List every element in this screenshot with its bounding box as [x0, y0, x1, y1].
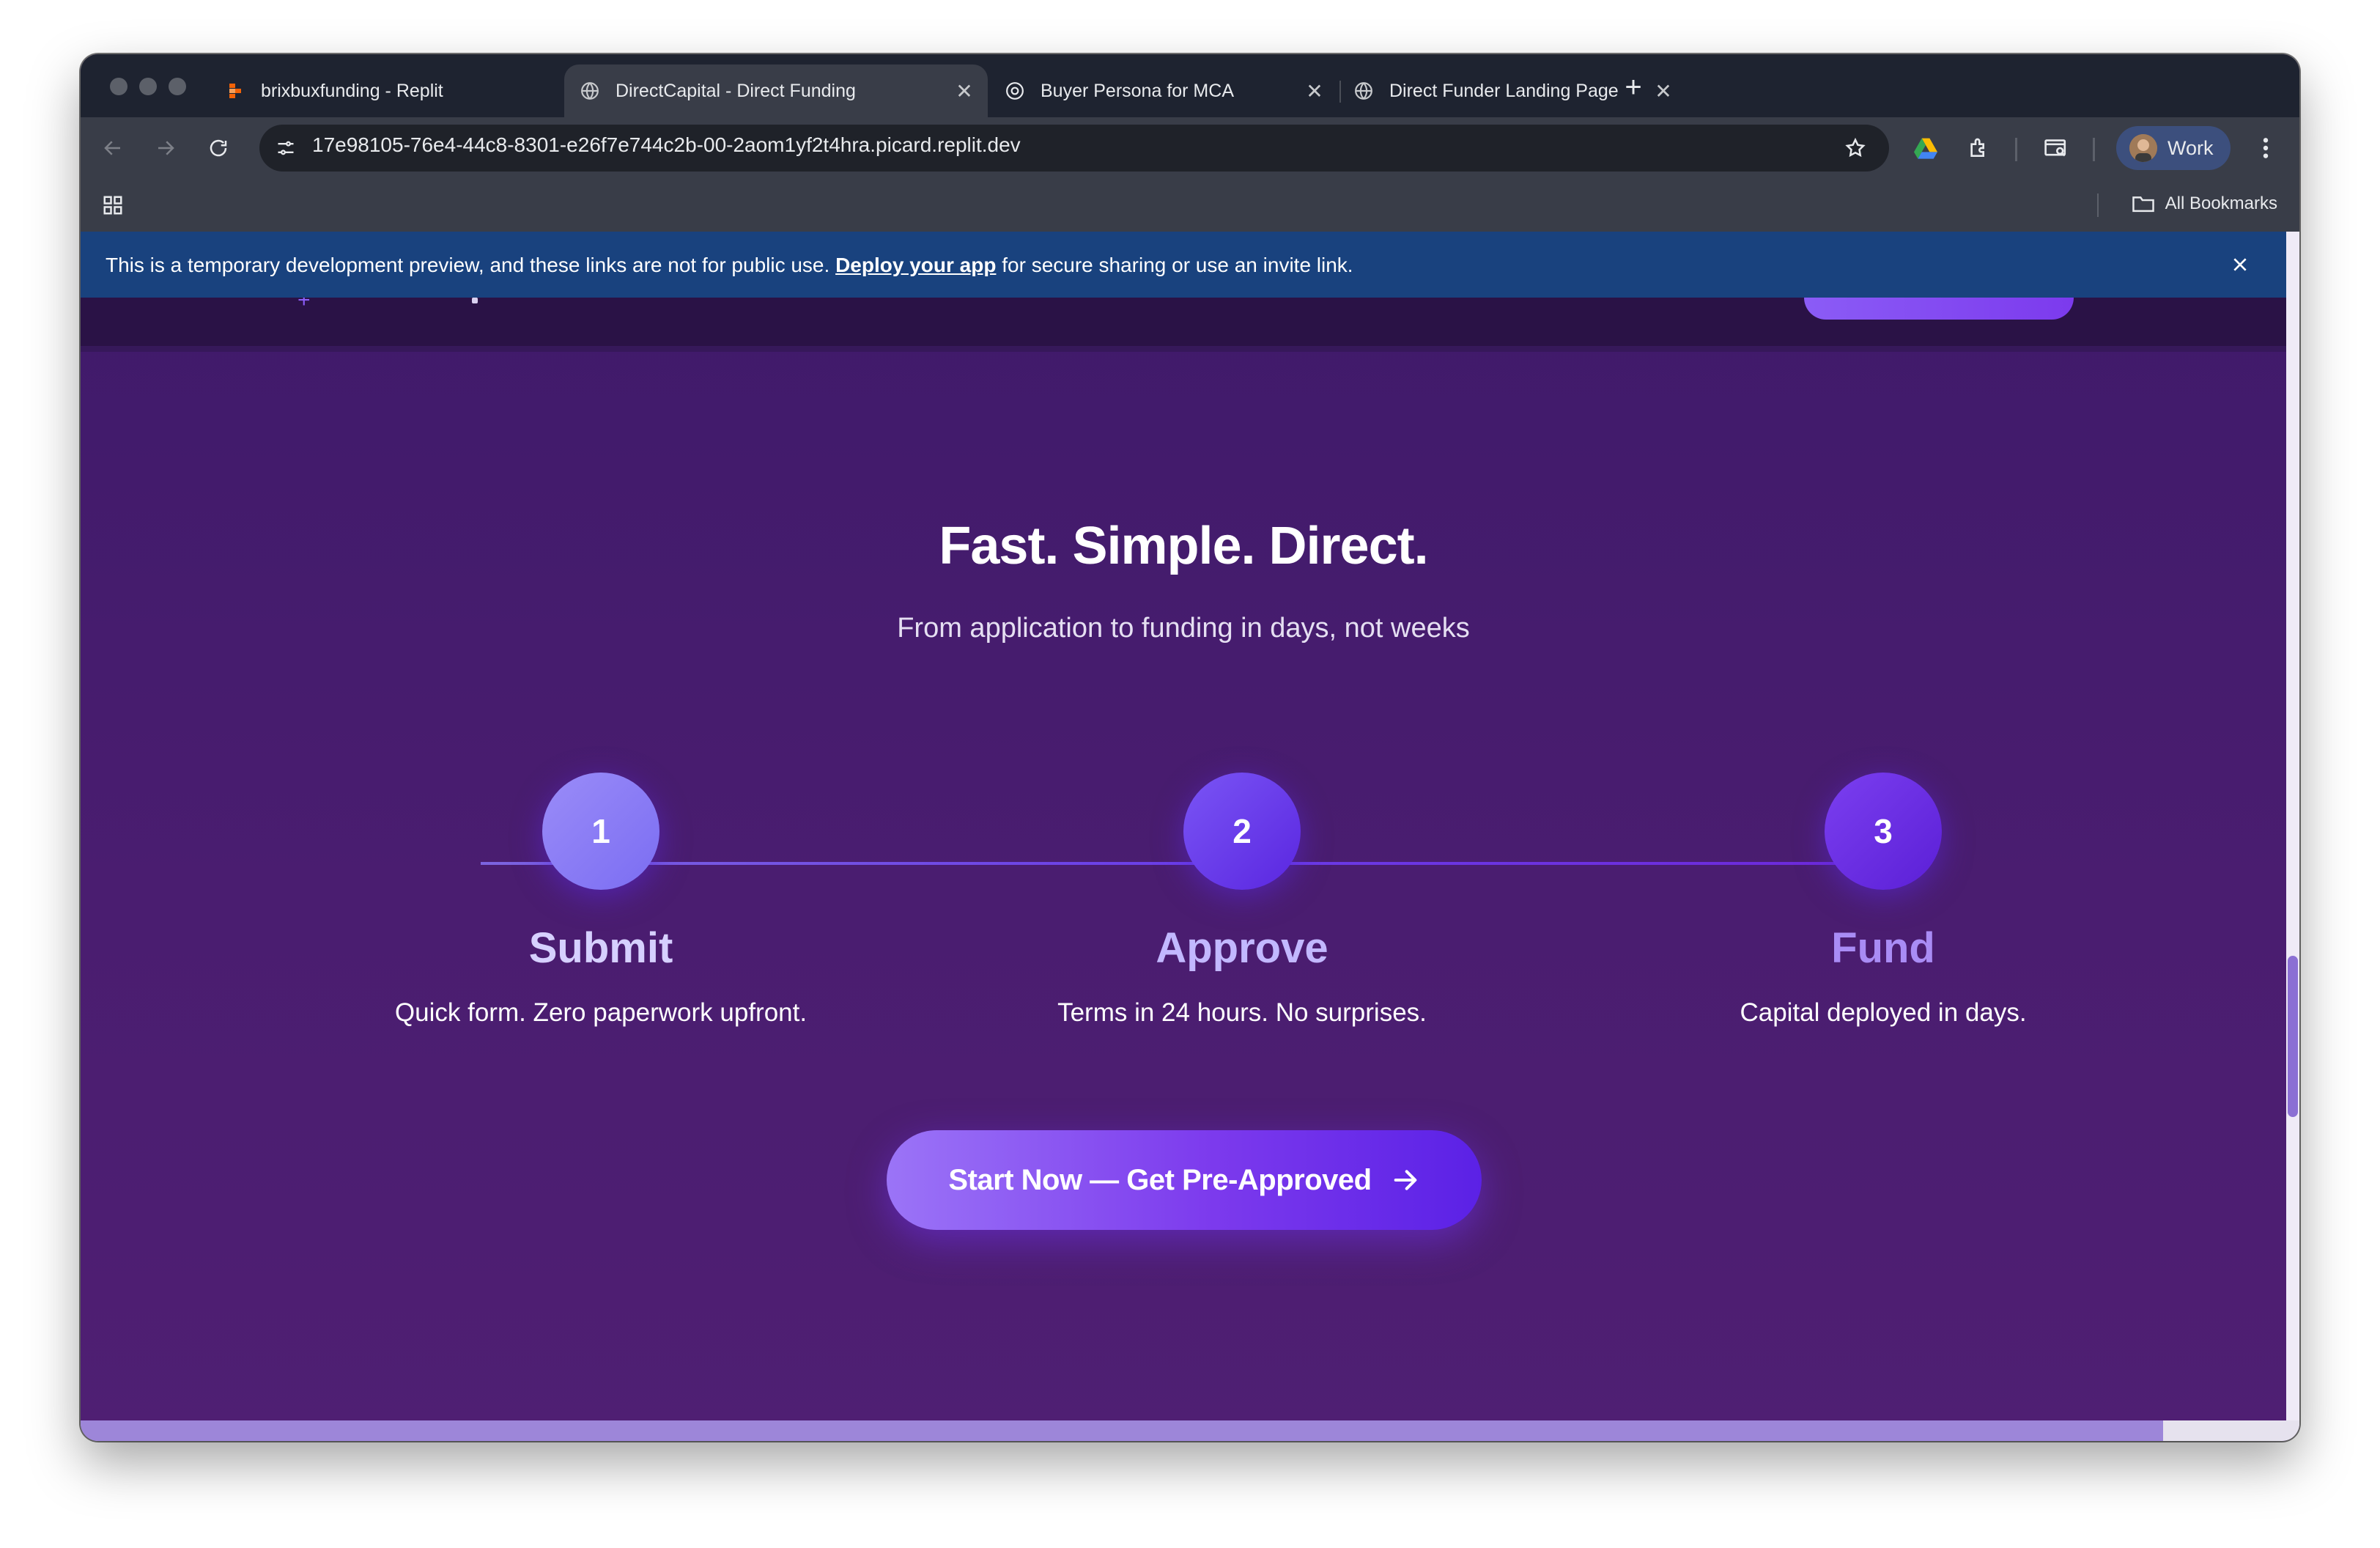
apps-grid-icon[interactable]: [98, 191, 128, 220]
all-bookmarks-label: All Bookmarks: [2165, 194, 2277, 213]
step-3-badge: 3: [1825, 773, 1942, 890]
page-viewport: + This is a temporary development previe…: [81, 232, 2286, 1441]
step-2-title: Approve: [1156, 924, 1328, 972]
profile-button[interactable]: Work: [2116, 126, 2231, 170]
banner-text-after: for secure sharing or use an invite link…: [996, 254, 1353, 276]
profile-label: Work: [2168, 136, 2214, 159]
tab-title: Buyer Persona for MCA: [1041, 80, 1234, 101]
globe-icon: [579, 80, 601, 102]
google-drive-icon[interactable]: [1910, 132, 1942, 164]
steps-connector-line: [481, 862, 1888, 865]
step-2-description: Terms in 24 hours. No surprises.: [1057, 998, 1427, 1027]
arrow-right-icon: [1391, 1165, 1420, 1195]
avatar: [2129, 134, 2157, 162]
more-menu-icon[interactable]: [2250, 132, 2282, 164]
extensions-icon[interactable]: [1962, 132, 1995, 164]
deploy-app-link[interactable]: Deploy your app: [835, 254, 996, 276]
step-2-badge: 2: [1183, 773, 1301, 890]
reload-icon[interactable]: [202, 132, 234, 164]
tab-close-icon[interactable]: ✕: [1649, 79, 1678, 103]
replit-icon: [224, 80, 246, 102]
step-1-description: Quick form. Zero paperwork upfront.: [394, 998, 808, 1027]
step-1-badge: 1: [542, 773, 659, 890]
tab-close-icon[interactable]: ✕: [1300, 79, 1329, 103]
tab-title: DirectCapital - Direct Funding: [616, 80, 856, 101]
banner-message: This is a temporary development preview,…: [106, 254, 1353, 277]
step-3-number: 3: [1874, 812, 1893, 850]
tab-title: brixbuxfunding - Replit: [261, 80, 443, 101]
banner-close-icon[interactable]: [2226, 251, 2254, 279]
banner-text-before: This is a temporary development preview,…: [106, 254, 836, 276]
logo-icon[interactable]: +: [298, 290, 318, 312]
tab-directcapital[interactable]: DirectCapital - Direct Funding ✕: [564, 64, 988, 117]
tab-buyer-persona[interactable]: Buyer Persona for MCA ✕: [989, 64, 1338, 117]
vertical-scrollbar-thumb[interactable]: [2288, 956, 2298, 1117]
vertical-scrollbar[interactable]: [2286, 232, 2299, 1441]
bookmarks-bar: All Bookmarks: [81, 177, 2299, 232]
back-icon[interactable]: [97, 132, 129, 164]
dev-preview-banner: This is a temporary development preview,…: [81, 232, 2286, 298]
step-1-number: 1: [591, 812, 610, 850]
window-maximize-control[interactable]: [169, 78, 186, 95]
horizontal-scrollbar-thumb[interactable]: [81, 1420, 2163, 1441]
toolbar-separator: [2015, 138, 2017, 161]
forward-icon[interactable]: [149, 132, 182, 164]
start-now-button[interactable]: Start Now — Get Pre-Approved: [887, 1130, 1482, 1230]
tab-title: Direct Funder Landing Page: [1389, 80, 1619, 101]
section-subtitle: From application to funding in days, not…: [897, 613, 1470, 644]
step-3-title: Fund: [1831, 924, 1935, 972]
browser-window: brixbuxfunding - Replit ✕ DirectCapital …: [81, 54, 2299, 1441]
step-3-description: Capital deployed in days.: [1740, 998, 2027, 1027]
chatgpt-icon: [1004, 80, 1026, 102]
tab-close-icon[interactable]: ✕: [950, 79, 979, 103]
folder-icon: [2132, 194, 2155, 213]
tab-search-icon[interactable]: [2040, 132, 2072, 164]
url-text: 17e98105-76e4-44c8-8301-e26f7e744c2b-00-…: [312, 133, 1021, 156]
tab-strip: brixbuxfunding - Replit ✕ DirectCapital …: [81, 54, 2299, 117]
site-navbar: +: [81, 276, 2286, 352]
site-settings-icon[interactable]: [271, 133, 300, 163]
all-bookmarks-button[interactable]: All Bookmarks: [2132, 194, 2277, 214]
bookmark-star-icon[interactable]: [1841, 133, 1870, 163]
step-2-number: 2: [1232, 812, 1252, 850]
nav-brand-fragment: [472, 298, 478, 303]
toolbar-separator: [2093, 138, 2095, 161]
window-minimize-control[interactable]: [139, 78, 157, 95]
browser-toolbar: 17e98105-76e4-44c8-8301-e26f7e744c2b-00-…: [81, 117, 2299, 177]
bookmarks-separator: [2097, 194, 2099, 217]
section-title: Fast. Simple. Direct.: [939, 517, 1428, 575]
globe-icon: [1353, 80, 1375, 102]
window-close-control[interactable]: [110, 78, 128, 95]
new-tab-icon[interactable]: +: [1615, 69, 1652, 106]
start-now-label: Start Now — Get Pre-Approved: [948, 1163, 1372, 1196]
step-1-title: Submit: [528, 924, 673, 972]
